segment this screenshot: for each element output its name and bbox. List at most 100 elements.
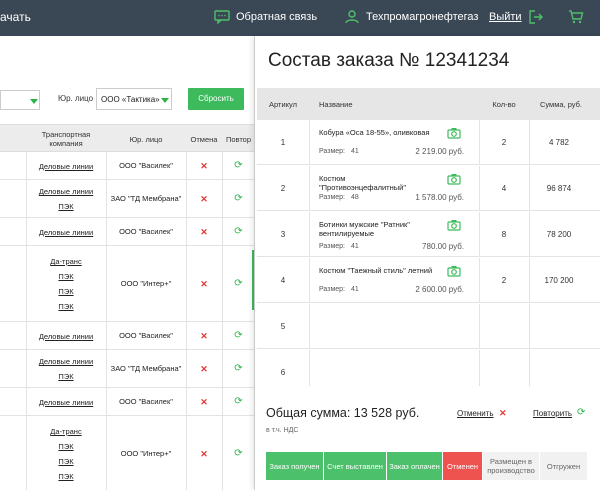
table-row[interactable]: Да-транс ПЭК ПЭК ПЭК ООО "Интер+" ✕ ⟳ — [0, 416, 254, 490]
transport-link[interactable]: Деловые линии — [26, 162, 106, 177]
legal-filter-select[interactable]: ООО «Тактика» — [96, 88, 172, 110]
camera-icon[interactable] — [447, 264, 461, 277]
table-row[interactable]: Деловые линии ООО "Василек" ✕ ⟳ — [0, 322, 254, 350]
cancel-icon[interactable]: ✕ — [186, 397, 222, 408]
user-name: Техпромагронефтегаз — [366, 11, 479, 23]
cancel-icon[interactable]: ✕ — [186, 331, 222, 342]
transport-link[interactable]: Да-транс — [26, 427, 106, 442]
legal-cell: ЗАО "ТД Мембрана" — [110, 364, 182, 373]
legal-filter-label: Юр. лицо — [58, 94, 94, 103]
header-sum: Сумма, руб. — [539, 100, 583, 109]
size-info: Размер: 41 — [319, 286, 359, 293]
transport-link[interactable]: Деловые линии — [26, 228, 106, 243]
table-row[interactable]: Деловые линии ПЭК ЗАО "ТД Мембрана" ✕ ⟳ — [0, 180, 254, 218]
quantity-cell: 2 — [501, 276, 507, 285]
refresh-icon[interactable]: ⟳ — [222, 448, 254, 459]
sum-cell: 4 782 — [548, 138, 570, 147]
refresh-icon[interactable]: ⟳ — [222, 363, 254, 374]
cart-button[interactable] — [568, 10, 584, 24]
orders-list-panel: Юр. лицо ООО «Тактика» Сбросить Транспор… — [0, 36, 255, 490]
orders-table-header: Транспортная компания Юр. лицо Отмена По… — [0, 124, 254, 152]
transport-link[interactable]: Деловые линии — [26, 398, 106, 413]
transport-cell: Деловые линии ПЭК — [26, 357, 106, 387]
transport-link[interactable]: ПЭК — [26, 442, 106, 457]
size-label: Размер: — [319, 148, 346, 155]
order-status-bar: Заказ получен Счет выставлен Заказ оплачен… — [266, 452, 588, 480]
cancel-icon[interactable]: ✕ — [186, 364, 222, 375]
transport-link[interactable]: Деловые линии — [26, 357, 106, 372]
product-name[interactable]: Кобура «Оса 18-55», оливковая — [319, 128, 434, 137]
table-row[interactable]: Деловые линии ООО "Василек" ✕ ⟳ — [0, 152, 254, 180]
product-name[interactable]: Костюм "Противоэнцефалитный" — [319, 174, 434, 192]
quantity-cell: 4 — [501, 184, 507, 193]
repeat-order-link[interactable]: Повторить — [533, 409, 572, 418]
refresh-icon[interactable]: ⟳ — [222, 330, 254, 341]
cancel-icon[interactable]: ✕ — [186, 449, 222, 460]
logout-button[interactable]: Выйти — [489, 10, 544, 24]
close-icon[interactable]: ✕ — [499, 408, 507, 419]
feedback-link[interactable]: Обратная связь — [214, 10, 317, 24]
unit-price: 2 600.00 руб. — [415, 285, 464, 294]
camera-icon[interactable] — [447, 218, 461, 231]
header-name: Название — [319, 100, 353, 109]
filter-select-partial[interactable] — [0, 90, 40, 110]
transport-link[interactable]: Деловые линии — [26, 332, 106, 347]
transport-link[interactable]: ПЭК — [26, 272, 106, 287]
logout-icon — [528, 10, 544, 24]
user-profile[interactable]: Техпромагронефтегаз — [344, 10, 478, 24]
table-row[interactable]: Деловые линии ООО "Василек" ✕ ⟳ — [0, 218, 254, 246]
status-step: Счет выставлен — [324, 452, 387, 480]
transport-link[interactable]: ПЭК — [26, 202, 106, 217]
cancel-icon[interactable]: ✕ — [186, 279, 222, 290]
table-row[interactable]: Да-транс ПЭК ПЭК ПЭК ООО "Интер+" ✕ ⟳ — [0, 246, 254, 322]
user-icon — [344, 10, 360, 24]
transport-link[interactable]: ПЭК — [26, 457, 106, 472]
refresh-icon[interactable]: ⟳ — [222, 193, 254, 204]
article-cell: 6 — [280, 368, 286, 377]
transport-link[interactable]: ПЭК — [26, 287, 106, 302]
sum-cell: 78 200 — [546, 230, 572, 239]
status-step: Отгружен — [540, 452, 588, 480]
cancel-order-link[interactable]: Отменить — [457, 409, 494, 418]
transport-link[interactable]: ПЭК — [26, 302, 106, 317]
transport-link[interactable]: ПЭК — [26, 472, 106, 487]
product-name[interactable]: Костюм "Таежный стиль" летний — [319, 266, 434, 275]
refresh-icon[interactable]: ⟳ — [577, 407, 585, 418]
table-row[interactable]: Деловые линии ПЭК ЗАО "ТД Мембрана" ✕ ⟳ — [0, 350, 254, 388]
transport-link[interactable]: ПЭК — [26, 372, 106, 387]
unit-price: 2 219.00 руб. — [415, 147, 464, 156]
refresh-icon[interactable]: ⟳ — [222, 160, 254, 171]
cancel-icon[interactable]: ✕ — [186, 227, 222, 238]
refresh-icon[interactable]: ⟳ — [222, 278, 254, 289]
size-value: 48 — [351, 194, 359, 201]
cancel-icon[interactable]: ✕ — [186, 194, 222, 205]
reset-button[interactable]: Сбросить — [188, 88, 244, 110]
refresh-icon[interactable]: ⟳ — [222, 396, 254, 407]
quantity-cell: 8 — [501, 230, 507, 239]
order-item-row: 4 Костюм "Таежный стиль" летний Размер: 41 2… — [257, 258, 600, 303]
camera-icon[interactable] — [447, 126, 461, 139]
article-cell: 3 — [280, 230, 286, 239]
table-row[interactable]: Деловые линии ООО "Василек" ✕ ⟳ — [0, 388, 254, 416]
order-item-row: 3 Ботинки мужские "Ратник" вентилируемые Р… — [257, 212, 600, 257]
camera-icon[interactable] — [447, 172, 461, 185]
cancel-icon[interactable]: ✕ — [186, 161, 222, 172]
column-divider — [309, 166, 310, 210]
transport-cell: Да-транс ПЭК ПЭК ПЭК — [26, 257, 106, 317]
cart-icon — [568, 10, 584, 24]
header-legal: Юр. лицо — [129, 135, 163, 144]
order-total: Общая сумма: 13 528 руб. — [266, 406, 420, 420]
order-summary: Общая сумма: 13 528 руб. в т.ч. НДС Отме… — [257, 386, 600, 490]
size-label: Размер: — [319, 243, 346, 250]
header-transport: Транспортная компания — [41, 130, 91, 148]
top-bar: ачать Обратная связь Техпромагронефтегаз… — [0, 0, 600, 36]
article-cell: 4 — [280, 276, 286, 285]
product-name[interactable]: Ботинки мужские "Ратник" вентилируемые — [319, 220, 434, 238]
transport-link[interactable]: Деловые линии — [26, 187, 106, 202]
size-value: 41 — [351, 243, 359, 250]
header-cancel: Отмена — [190, 135, 218, 144]
refresh-icon[interactable]: ⟳ — [222, 226, 254, 237]
legal-cell: ЗАО "ТД Мембрана" — [110, 194, 182, 203]
size-label: Размер: — [319, 286, 346, 293]
transport-link[interactable]: Да-транс — [26, 257, 106, 272]
